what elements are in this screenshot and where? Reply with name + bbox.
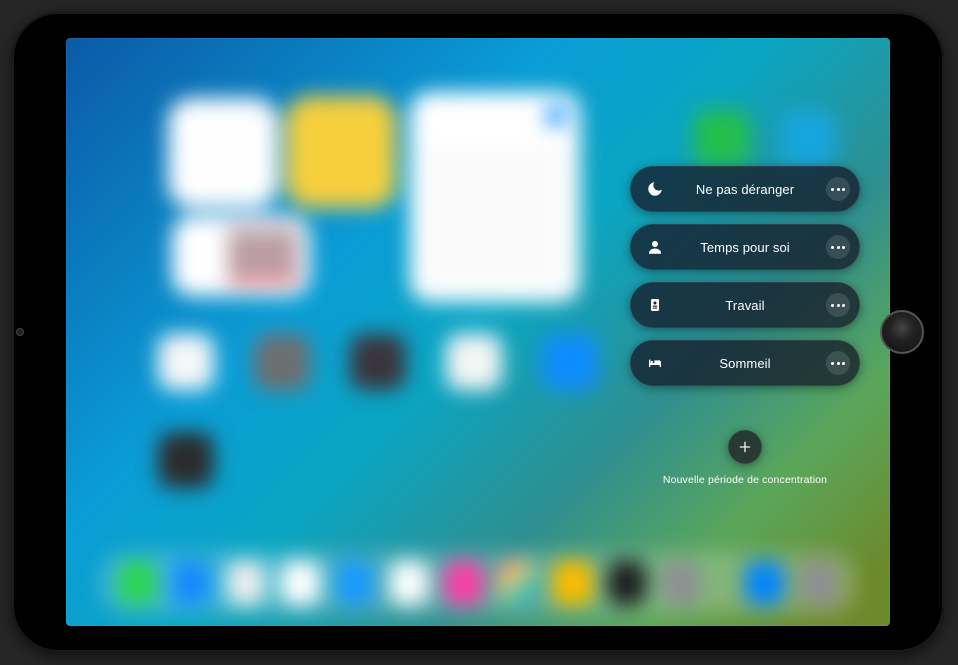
focus-item-work[interactable]: Travail <box>630 282 860 328</box>
dock-app-icon <box>118 561 156 605</box>
dock <box>100 552 856 614</box>
person-icon <box>644 236 666 258</box>
blurred-app-icon <box>780 110 836 166</box>
ipad-device-frame: Ne pas déranger Temps pour soi Travail <box>12 12 944 652</box>
blurred-app-icon <box>158 432 214 488</box>
blurred-app-icon <box>542 334 598 390</box>
dock-app-icon <box>444 561 482 605</box>
plus-icon <box>737 439 753 455</box>
dock-app-icon <box>281 561 319 605</box>
new-focus-label: Nouvelle période de concentration <box>663 474 827 486</box>
blurred-app-icon <box>254 334 310 390</box>
focus-item-personal[interactable]: Temps pour soi <box>630 224 860 270</box>
badge-icon <box>644 294 666 316</box>
dock-app-icon <box>499 561 537 605</box>
blurred-widget-notes <box>286 96 396 208</box>
blurred-app-icon <box>158 334 214 390</box>
blurred-widget-clock <box>168 98 278 208</box>
blurred-app-icon <box>446 334 502 390</box>
moon-icon <box>644 178 666 200</box>
focus-item-do-not-disturb[interactable]: Ne pas déranger <box>630 166 860 212</box>
home-button[interactable] <box>880 310 924 354</box>
bed-icon <box>644 352 666 374</box>
focus-item-more-button[interactable] <box>826 351 850 375</box>
front-camera-dot <box>12 324 28 340</box>
dock-app-icon <box>227 561 265 605</box>
dock-recent-app-icon <box>745 561 783 605</box>
dock-recent-app-icon <box>800 561 838 605</box>
blurred-app-row <box>158 334 598 390</box>
blurred-app-row-2 <box>158 432 214 488</box>
dock-app-icon <box>172 561 210 605</box>
dock-app-icon <box>390 561 428 605</box>
new-focus-section: Nouvelle période de concentration <box>630 430 860 486</box>
focus-item-more-button[interactable] <box>826 235 850 259</box>
blurred-widget-reminders <box>410 92 580 302</box>
blurred-app-icon <box>694 110 750 166</box>
focus-item-sleep[interactable]: Sommeil <box>630 340 860 386</box>
focus-mode-panel: Ne pas déranger Temps pour soi Travail <box>630 166 860 486</box>
blurred-widget-calendar <box>172 216 310 296</box>
dock-app-icon <box>336 561 374 605</box>
focus-item-more-button[interactable] <box>826 177 850 201</box>
dock-app-icon <box>553 561 591 605</box>
blurred-app-icon <box>350 334 406 390</box>
new-focus-button[interactable] <box>728 430 762 464</box>
dock-app-icon <box>608 561 646 605</box>
ipad-screen: Ne pas déranger Temps pour soi Travail <box>66 38 890 626</box>
dock-app-icon <box>662 561 700 605</box>
focus-item-more-button[interactable] <box>826 293 850 317</box>
dock-separator <box>722 563 723 603</box>
